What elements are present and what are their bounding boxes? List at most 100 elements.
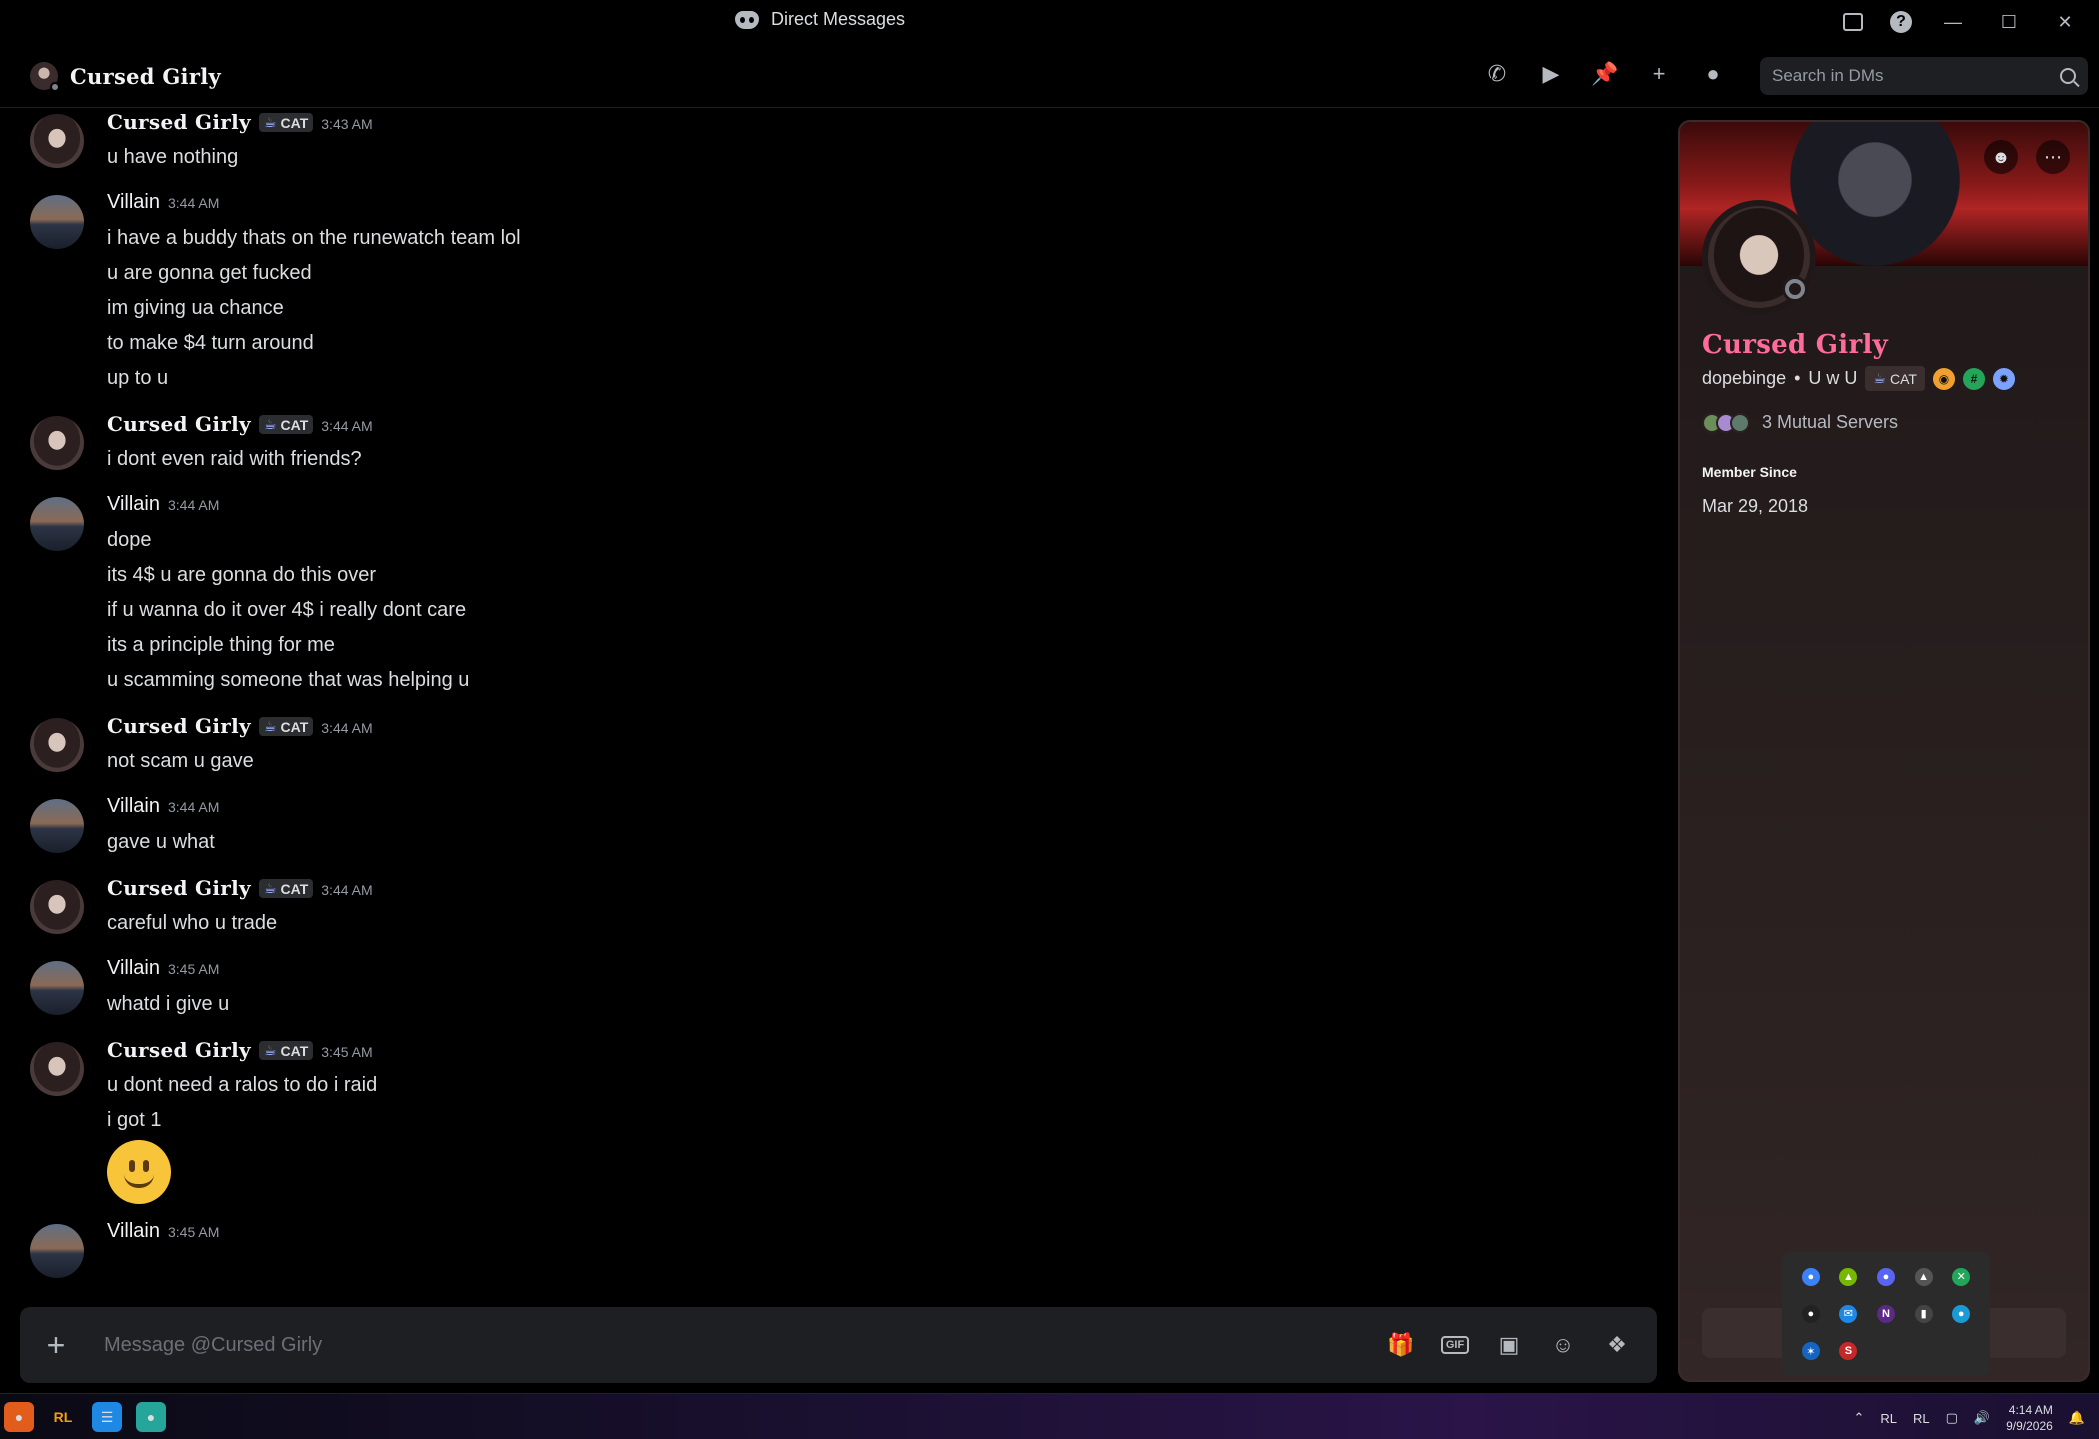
message-timestamp[interactable]: 3:43 AM [321, 116, 372, 132]
add-friends-to-dm-icon[interactable]: + [1643, 58, 1675, 90]
avatar[interactable] [30, 1042, 84, 1096]
dm-header-user[interactable]: Cursed Girly [30, 62, 221, 92]
message-group[interactable]: Cursed Girly ☕ CAT 3:44 AM careful who u tra… [0, 876, 1670, 941]
message-author[interactable]: Villain [107, 957, 160, 980]
discord-tray-icon[interactable]: ● [1876, 1267, 1895, 1286]
runelite-tray-icon-2[interactable]: RL [1913, 1411, 1930, 1426]
message-group[interactable]: Villain 3:44 AM i have a buddy thats on th… [0, 191, 1670, 396]
message-input[interactable] [104, 1333, 1385, 1357]
close-button[interactable]: ✕ [2041, 8, 2089, 36]
avatar[interactable] [30, 416, 84, 470]
avatar[interactable] [30, 114, 84, 168]
avatar[interactable] [30, 718, 84, 772]
message-author[interactable]: Villain [107, 191, 160, 214]
avatar[interactable] [30, 961, 84, 1015]
clock[interactable]: 4:14 AM 9/9/2026 [2006, 1402, 2053, 1434]
message-group[interactable]: Cursed Girly ☕ CAT 3:43 AM u have nothing [0, 110, 1670, 175]
firefox-icon[interactable]: ● [4, 1402, 34, 1432]
message-timestamp[interactable]: 3:45 AM [168, 1224, 219, 1240]
search-input[interactable] [1772, 66, 2060, 86]
gift-icon[interactable]: 🎁 [1385, 1329, 1417, 1361]
message-timestamp[interactable]: 3:44 AM [321, 882, 372, 898]
apps-icon[interactable]: ❖ [1601, 1329, 1633, 1361]
message-author[interactable]: Villain [107, 1220, 160, 1243]
nvidia-icon[interactable]: ▲ [1839, 1267, 1858, 1286]
notepad-icon[interactable]: ☰ [92, 1402, 122, 1432]
message-timestamp[interactable]: 3:45 AM [168, 961, 219, 977]
message-author[interactable]: Villain [107, 795, 160, 818]
help-icon[interactable]: ? [1881, 8, 1921, 36]
avatar[interactable] [30, 880, 84, 934]
gif-icon[interactable]: GIF [1439, 1329, 1471, 1361]
inbox-icon[interactable] [1833, 8, 1873, 36]
user-profile-icon[interactable]: ● [1697, 58, 1729, 90]
outlook-icon[interactable]: ✉ [1839, 1304, 1858, 1323]
clan-tag[interactable]: ☕ CAT [258, 1041, 314, 1060]
edge-icon[interactable]: ● [1952, 1304, 1971, 1323]
message-group[interactable]: Villain 3:45 AM whatd i give u [0, 957, 1670, 1022]
upload-plus-icon[interactable]: + [36, 1325, 76, 1365]
avatar[interactable] [30, 799, 84, 853]
emoji-icon[interactable]: ☺ [1547, 1329, 1579, 1361]
xbox-icon[interactable]: ✕ [1952, 1267, 1971, 1286]
runelite-icon[interactable]: RL [48, 1402, 78, 1432]
avatar[interactable] [30, 497, 84, 551]
maximize-button[interactable]: ☐ [1985, 8, 2033, 36]
message-list[interactable]: Cursed Girly ☕ CAT 3:43 AM u have nothing Vil… [0, 110, 1670, 1308]
boost-badge-icon[interactable]: ✹ [1992, 367, 2015, 390]
minimize-button[interactable]: — [1929, 8, 1977, 36]
notification-icon[interactable]: 🔔 [2069, 1410, 2085, 1426]
search-box[interactable] [1760, 57, 2088, 95]
message-timestamp[interactable]: 3:44 AM [168, 195, 219, 211]
sticker-icon[interactable]: ▣ [1493, 1329, 1525, 1361]
message-group[interactable]: Villain 3:44 AM dope its 4$ u are gonna do … [0, 493, 1670, 698]
bluetooth-icon[interactable]: ✶ [1801, 1342, 1820, 1361]
message-author[interactable]: Cursed Girly [107, 110, 251, 134]
steam-icon[interactable]: ● [1801, 1304, 1820, 1323]
message-timestamp[interactable]: 3:45 AM [321, 1044, 372, 1060]
message-author[interactable]: Cursed Girly [107, 412, 251, 436]
add-friend-icon[interactable]: ☻ [1984, 140, 2018, 174]
video-call-icon[interactable]: ▶ [1535, 58, 1567, 90]
hashtag-badge-icon[interactable]: # [1962, 367, 1985, 390]
clan-tag[interactable]: ☕ CAT [258, 879, 314, 898]
antivirus-icon[interactable]: S [1839, 1342, 1858, 1361]
clan-tag[interactable]: ☕ CAT [258, 415, 314, 434]
avatar[interactable] [30, 62, 60, 92]
mutual-servers[interactable]: 3 Mutual Servers [1702, 412, 1898, 433]
message-timestamp[interactable]: 3:44 AM [168, 799, 219, 815]
profile-username[interactable]: dopebinge [1702, 368, 1786, 389]
tray-overflow-chevron-icon[interactable]: ⌃ [1853, 1410, 1864, 1426]
avatar[interactable] [30, 1224, 84, 1278]
network-icon[interactable]: ▢ [1946, 1410, 1958, 1426]
message-group[interactable]: Villain 3:45 AM [0, 1220, 1670, 1278]
more-options-icon[interactable]: ⋯ [2036, 140, 2070, 174]
message-group[interactable]: Cursed Girly ☕ CAT 3:44 AM not scam u gave [0, 714, 1670, 779]
voice-call-icon[interactable]: ✆ [1481, 58, 1513, 90]
message-group[interactable]: Cursed Girly ☕ CAT 3:45 AM u dont need a ral… [0, 1038, 1670, 1204]
profile-avatar[interactable] [1702, 200, 1816, 314]
clan-tag[interactable]: ☕ CAT [1865, 366, 1925, 391]
message-author[interactable]: Villain [107, 493, 160, 516]
message-timestamp[interactable]: 3:44 AM [321, 720, 372, 736]
clan-tag[interactable]: ☕ CAT [258, 717, 314, 736]
browser-icon[interactable]: ● [136, 1402, 166, 1432]
message-author[interactable]: Cursed Girly [107, 714, 251, 738]
onenote-icon[interactable]: N [1876, 1304, 1895, 1323]
tray-app-icon[interactable]: ● [1801, 1267, 1820, 1286]
message-author[interactable]: Cursed Girly [107, 1038, 251, 1062]
dm-recipient-name[interactable]: Cursed Girly [70, 64, 221, 89]
volume-icon[interactable]: 🔊 [1974, 1410, 1990, 1426]
avatar[interactable] [30, 195, 84, 249]
message-group[interactable]: Cursed Girly ☕ CAT 3:44 AM i dont even raid … [0, 412, 1670, 477]
pin-icon[interactable]: 📌 [1589, 58, 1621, 90]
nitro-badge-icon[interactable]: ◉ [1932, 367, 1955, 390]
message-timestamp[interactable]: 3:44 AM [321, 418, 372, 434]
message-author[interactable]: Cursed Girly [107, 876, 251, 900]
message-timestamp[interactable]: 3:44 AM [168, 497, 219, 513]
clan-tag[interactable]: ☕ CAT [258, 113, 314, 132]
shield-icon[interactable]: ▲ [1914, 1267, 1933, 1286]
runelite-tray-icon[interactable]: RL [1880, 1411, 1897, 1426]
battery-icon[interactable]: ▮ [1914, 1304, 1933, 1323]
message-group[interactable]: Villain 3:44 AM gave u what [0, 795, 1670, 860]
